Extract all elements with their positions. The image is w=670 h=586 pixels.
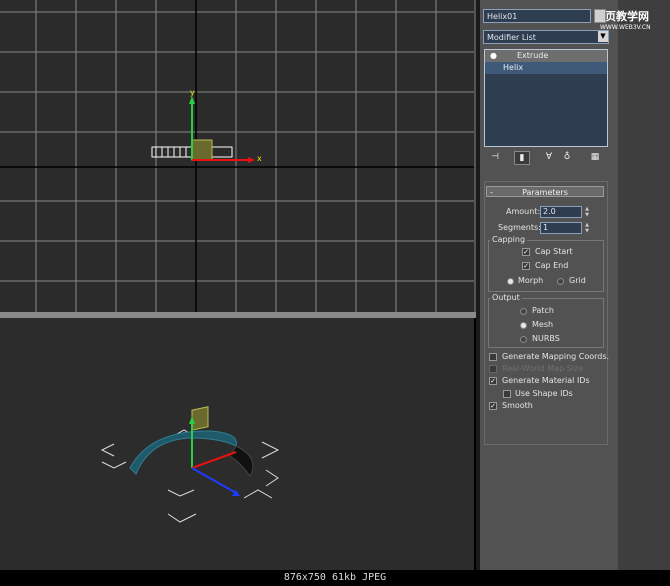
segments-spinner[interactable]: ▲ ▼ [584,222,590,234]
amount-spinner[interactable]: ▲ ▼ [584,206,590,218]
make-unique-icon[interactable]: ∀ [542,151,556,163]
axis-x-label: x [257,154,262,163]
grid-label: Grid [569,276,586,285]
grid-radio[interactable] [557,278,564,285]
parameters-rollout-title[interactable]: - Parameters [486,186,604,197]
object-name-field[interactable]: Helix01 [483,9,591,23]
real-world-checkbox [489,365,497,373]
use-shape-ids-checkbox[interactable] [503,390,511,398]
configure-modifier-sets-icon[interactable]: ▦ [588,151,602,163]
amount-label: Amount: [506,207,541,216]
smooth-checkbox[interactable]: ✓ [489,402,497,410]
stack-item-extrude[interactable]: ● Extrude [485,50,607,62]
generate-mapping-label: Generate Mapping Coords. [502,352,610,361]
show-end-result-icon[interactable]: ▮ [514,151,530,165]
axis-y-label: y [190,88,195,97]
modifier-list-label: Modifier List [487,33,536,42]
patch-label: Patch [532,306,554,315]
image-status-bar: 876x750 61kb JPEG [0,570,670,586]
stack-item-label: Extrude [517,51,549,60]
cap-end-checkbox[interactable]: ✓ [522,262,530,270]
top-viewport-grid: y x [0,0,474,312]
grid-lines [0,0,474,312]
capping-title: Capping [490,235,528,244]
nurbs-label: NURBS [532,334,560,343]
amount-field[interactable]: 2.0 [540,206,582,218]
lightbulb-icon: ● [490,51,497,60]
segments-field[interactable]: 1 [540,222,582,234]
generate-mapping-checkbox[interactable] [489,353,497,361]
chevron-down-icon: ▼ [598,31,608,42]
parameters-title: Parameters [522,188,568,197]
stack-item-label: Helix [503,63,524,72]
perspective-viewport[interactable] [0,318,474,570]
pin-stack-icon[interactable]: ⊣ [488,151,502,163]
nurbs-radio[interactable] [520,336,527,343]
smooth-label: Smooth [502,401,533,410]
patch-radio[interactable] [520,308,527,315]
morph-label: Morph [518,276,544,285]
output-title: Output [490,293,522,302]
cap-start-label: Cap Start [535,247,573,256]
mesh-label: Mesh [532,320,554,329]
segments-label: Segments: [498,223,541,232]
use-shape-ids-label: Use Shape IDs [515,389,573,398]
grid-axes [0,0,474,312]
mesh-radio[interactable] [520,322,527,329]
generate-material-checkbox[interactable]: ✓ [489,377,497,385]
cap-end-label: Cap End [535,261,569,270]
modifier-list-dropdown[interactable]: Modifier List ▼ [483,30,609,44]
morph-radio[interactable] [507,278,514,285]
cap-start-checkbox[interactable]: ✓ [522,248,530,256]
stack-item-helix[interactable]: Helix [485,62,607,74]
perspective-scene [100,406,280,523]
panel-scroll-area[interactable] [618,0,670,570]
bounding-box-corners [100,429,280,523]
remove-modifier-icon[interactable]: ♁ [560,151,574,163]
real-world-label: Real-World Map Size [502,364,584,373]
collapse-icon: - [490,188,493,197]
object-color-swatch[interactable] [594,9,606,23]
top-viewport[interactable]: y x [0,0,476,314]
modifier-stack[interactable]: ● Extrude Helix [484,49,608,147]
generate-material-label: Generate Material IDs [502,376,590,385]
